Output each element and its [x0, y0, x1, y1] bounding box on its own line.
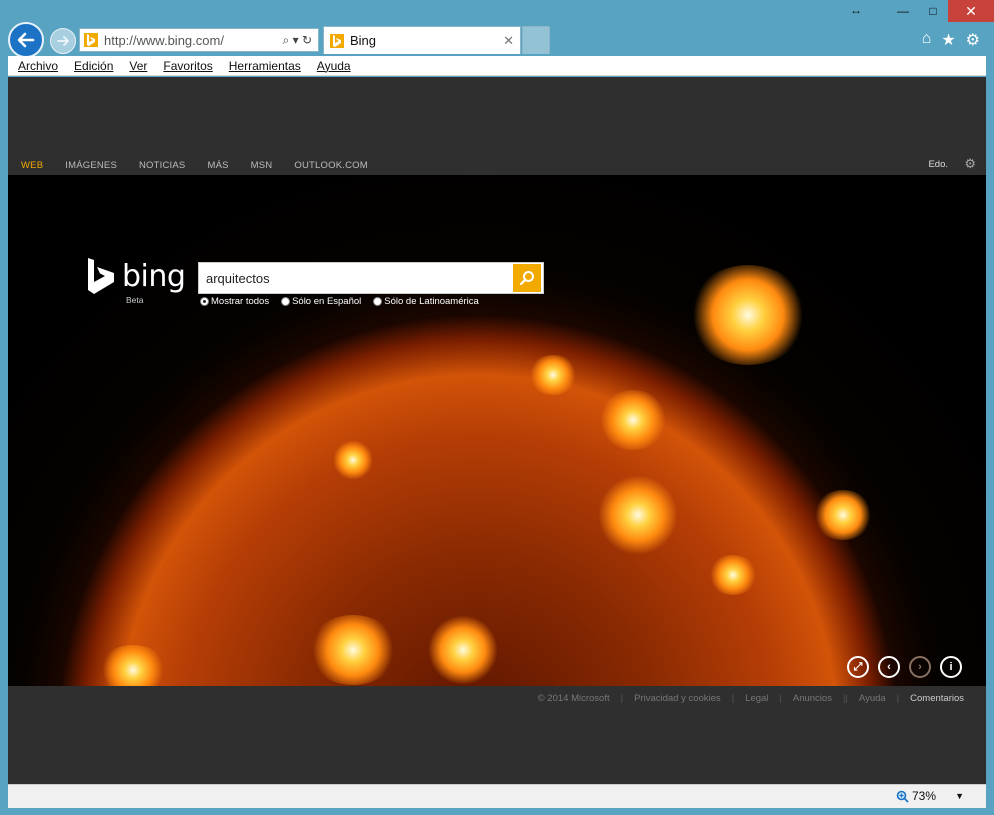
account-name[interactable]: Edo. — [928, 159, 948, 170]
expand-icon[interactable]: ⤢ — [847, 656, 869, 678]
browser-window: ↔ — □ ✕ http://www.bing.com/ ⌕ ▾ ↻ Bing … — [0, 0, 994, 815]
next-image-icon[interactable]: › — [909, 656, 931, 678]
radio-solo-latinoamerica[interactable]: Sólo de Latinoamérica — [373, 296, 479, 307]
zoom-level: 73% — [911, 789, 936, 803]
solar-flare — [333, 440, 373, 480]
radio-solo-espanol[interactable]: Sólo en Español — [281, 296, 361, 307]
bing-wordmark: bing — [122, 258, 186, 294]
radio-mostrar-todos[interactable]: Mostrar todos — [200, 296, 269, 307]
hero-image-sun: bing Beta Mostrar todos — [8, 175, 986, 686]
footer-separator: | — [620, 693, 624, 704]
bing-settings-gear-icon[interactable]: ⚙ — [964, 156, 976, 172]
nav-outlook[interactable]: OUTLOOK.COM — [294, 160, 367, 171]
menu-herramientas[interactable]: Herramientas — [229, 59, 301, 73]
menu-ayuda[interactable]: Ayuda — [317, 59, 351, 73]
bing-footer: © 2014 Microsoft | Privacidad y cookies … — [527, 693, 964, 704]
search-button[interactable] — [513, 264, 541, 292]
bing-logo[interactable]: bing — [86, 258, 186, 294]
nav-mas[interactable]: MÁS — [207, 160, 228, 171]
solar-flare — [308, 615, 398, 685]
solar-flare — [598, 390, 668, 450]
forward-button[interactable] — [50, 28, 76, 54]
language-filter: Mostrar todos Sólo en Español Sólo de La… — [200, 296, 479, 307]
resize-icon[interactable]: ↔ — [850, 3, 862, 17]
footer-separator: | — [731, 693, 735, 704]
tab-close-icon[interactable]: ✕ — [503, 33, 514, 49]
solar-flare — [98, 645, 168, 686]
search-box — [198, 262, 544, 294]
radio-dot-icon[interactable] — [373, 297, 383, 306]
nav-noticias[interactable]: NOTICIAS — [139, 160, 185, 171]
solar-flare — [708, 555, 758, 595]
menu-edicion[interactable]: Edición — [74, 59, 113, 73]
footer-separator: || — [842, 693, 848, 704]
tab-bing[interactable]: Bing ✕ — [323, 26, 521, 54]
footer-separator: | — [779, 693, 782, 704]
menu-favoritos[interactable]: Favoritos — [163, 59, 212, 73]
page-content: WEB IMÁGENES NOTICIAS MÁS MSN OUTLOOK.CO… — [8, 77, 986, 784]
footer-help-link[interactable]: Ayuda — [859, 693, 886, 704]
solar-flare — [688, 265, 808, 365]
radio-label: Sólo de Latinoamérica — [384, 296, 479, 307]
new-tab-button[interactable] — [522, 26, 550, 54]
maximize-button[interactable]: □ — [918, 0, 948, 22]
solar-flare — [813, 490, 873, 540]
toolbar-icons: ⌂ ★ ⚙ — [922, 30, 980, 50]
home-icon[interactable]: ⌂ — [922, 30, 932, 50]
nav-imagenes[interactable]: IMÁGENES — [65, 160, 117, 171]
nav-web[interactable]: WEB — [21, 160, 43, 171]
footer-separator: | — [896, 693, 900, 704]
footer-copyright: © 2014 Microsoft — [537, 693, 610, 704]
bing-tab-favicon-icon — [330, 33, 344, 48]
close-button[interactable]: ✕ — [948, 0, 994, 22]
tab-title: Bing — [350, 33, 377, 48]
bing-favicon-icon — [84, 33, 98, 47]
url-text[interactable]: http://www.bing.com/ — [104, 33, 283, 48]
footer-feedback-link[interactable]: Comentarios — [910, 693, 964, 704]
search-refresh-icons[interactable]: ⌕ ▾ ↻ — [283, 33, 312, 48]
zoom-control[interactable]: 73% — [896, 789, 936, 803]
hero-controls: ⤢ ‹ › i — [847, 656, 962, 678]
radio-dot-selected-icon[interactable] — [200, 297, 209, 306]
menu-bar: Archivo Edición Ver Favoritos Herramient… — [8, 56, 986, 76]
back-button[interactable] — [8, 22, 44, 58]
bing-top-nav: WEB IMÁGENES NOTICIAS MÁS MSN OUTLOOK.CO… — [8, 155, 986, 175]
search-icon — [519, 271, 534, 286]
beta-label: Beta — [126, 295, 144, 305]
minimize-button[interactable]: — — [888, 0, 918, 22]
back-arrow-icon — [17, 32, 35, 48]
address-bar[interactable]: http://www.bing.com/ ⌕ ▾ ↻ — [79, 28, 319, 52]
nav-msn[interactable]: MSN — [251, 160, 273, 171]
search-input[interactable] — [199, 263, 513, 293]
info-icon[interactable]: i — [940, 656, 962, 678]
favorites-star-icon[interactable]: ★ — [941, 30, 955, 50]
bing-b-icon — [88, 258, 114, 294]
navigation-row: http://www.bing.com/ ⌕ ▾ ↻ Bing ✕ ⌂ ★ ⚙ — [0, 20, 994, 58]
menu-ver[interactable]: Ver — [129, 59, 147, 73]
previous-image-icon[interactable]: ‹ — [878, 656, 900, 678]
forward-arrow-icon — [57, 36, 69, 46]
radio-label: Sólo en Español — [292, 296, 362, 307]
radio-dot-icon[interactable] — [281, 297, 291, 306]
footer-legal-link[interactable]: Legal — [745, 693, 768, 704]
radio-label: Mostrar todos — [211, 296, 270, 307]
zoom-dropdown-icon[interactable]: ▼ — [955, 791, 964, 801]
settings-gear-icon[interactable]: ⚙ — [966, 30, 980, 50]
menu-archivo[interactable]: Archivo — [18, 59, 58, 73]
zoom-magnifier-icon — [896, 790, 909, 803]
status-bar: 73% ▼ — [8, 784, 986, 808]
footer-ads-link[interactable]: Anuncios — [793, 693, 832, 704]
solar-flare — [528, 355, 578, 395]
footer-privacy-link[interactable]: Privacidad y cookies — [634, 693, 721, 704]
solar-flare — [598, 475, 678, 555]
solar-flare — [428, 615, 498, 685]
